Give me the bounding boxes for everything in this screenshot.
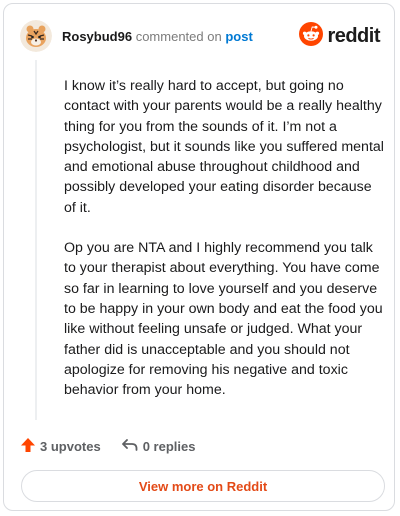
reddit-comment-card: Rosybud96 commented on post reddit I kno… (3, 3, 395, 511)
comment-body: I know it’s really hard to accept, but g… (64, 76, 384, 420)
upvote-arrow-icon (20, 437, 36, 456)
comment-header: Rosybud96 commented on post reddit (20, 20, 380, 52)
comment-meta: Rosybud96 commented on post (62, 29, 253, 44)
reply-count: 0 replies (142, 438, 196, 454)
upvote-count: 3 upvotes (40, 438, 101, 454)
view-more-button[interactable]: View more on Reddit (21, 470, 385, 502)
upvote-button[interactable]: 3 upvotes (20, 437, 101, 456)
comment-actions: 3 upvotes 0 replies (20, 436, 195, 456)
username[interactable]: Rosybud96 (62, 29, 132, 44)
reply-button[interactable]: 0 replies (121, 437, 196, 456)
thread-line (35, 60, 37, 420)
reddit-brand[interactable]: reddit (299, 21, 380, 51)
comment-paragraph: I know it’s really hard to accept, but g… (64, 78, 384, 216)
reply-arrow-icon (121, 437, 139, 456)
post-link[interactable]: post (225, 29, 252, 44)
reddit-alien-icon (299, 21, 324, 51)
reddit-wordmark: reddit (327, 24, 380, 47)
comment-paragraph: Op you are NTA and I highly recommend yo… (64, 240, 383, 399)
tiger-avatar-icon[interactable] (20, 20, 52, 52)
commented-on-text: commented on (135, 28, 222, 44)
